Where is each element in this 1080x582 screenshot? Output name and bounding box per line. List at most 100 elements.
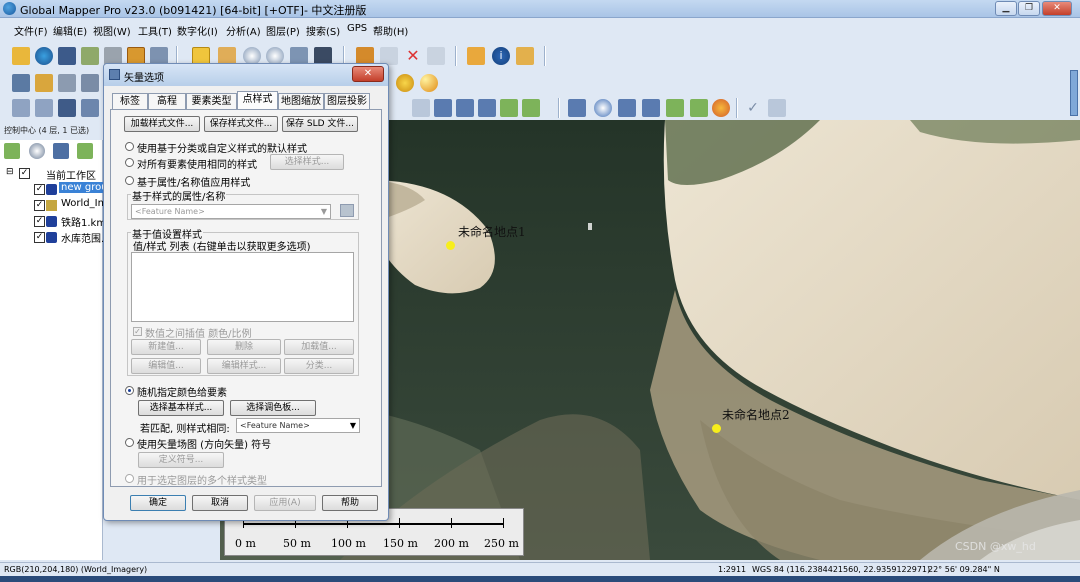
menu-help[interactable]: 帮助(H) bbox=[373, 23, 408, 38]
radio-same-style[interactable] bbox=[125, 158, 134, 167]
grid-icon[interactable] bbox=[12, 74, 30, 92]
table-picker-icon[interactable] bbox=[340, 204, 354, 217]
tab-labels[interactable]: 标签 bbox=[112, 93, 148, 109]
check-edit-icon[interactable] bbox=[768, 99, 786, 117]
layer-options-icon[interactable] bbox=[29, 143, 45, 159]
save-icon[interactable] bbox=[58, 47, 76, 65]
line-vertex-icon[interactable] bbox=[58, 99, 76, 117]
workspace-checkbox[interactable]: ✓ bbox=[19, 168, 30, 179]
collapse-icon[interactable]: ⊟ bbox=[6, 167, 14, 177]
cancel-button[interactable]: 取消 bbox=[192, 495, 248, 511]
load-style-file-button[interactable]: 加载样式文件... bbox=[124, 116, 200, 132]
info-icon[interactable]: i bbox=[492, 47, 510, 65]
attribute-combo-value: <Feature Name> bbox=[135, 207, 205, 216]
dialog-close-button[interactable]: ✕ bbox=[352, 66, 384, 82]
map-point-marker[interactable] bbox=[446, 241, 455, 250]
minimize-button[interactable]: ▁ bbox=[995, 1, 1017, 16]
check-icon[interactable]: ✓ bbox=[744, 99, 762, 117]
save-sld-file-button[interactable]: 保存 SLD 文件... bbox=[282, 116, 358, 132]
vertex-icon[interactable] bbox=[35, 99, 53, 117]
layer-checkbox[interactable]: ✓ bbox=[34, 216, 45, 227]
brush-icon[interactable] bbox=[522, 99, 540, 117]
layer-checkbox[interactable]: ✓ bbox=[34, 184, 45, 195]
status-pixel-info: RGB(210,204,180) (World_Imagery) bbox=[4, 565, 148, 574]
crosshair-icon[interactable] bbox=[58, 74, 76, 92]
target-icon[interactable] bbox=[594, 99, 612, 117]
attribute-group-label: 基于样式的属性/名称 bbox=[131, 188, 227, 203]
open-folder-icon[interactable] bbox=[12, 47, 30, 65]
move-icon[interactable] bbox=[12, 99, 30, 117]
draw-area-icon[interactable] bbox=[500, 99, 518, 117]
menu-digitize[interactable]: 数字化(I) bbox=[177, 23, 218, 38]
search-doc-icon[interactable] bbox=[516, 47, 534, 65]
close-button[interactable]: ✕ bbox=[1042, 1, 1072, 16]
radio-attribute-style[interactable] bbox=[125, 176, 134, 185]
export-icon[interactable] bbox=[81, 47, 99, 65]
menu-edit[interactable]: 编辑(E) bbox=[53, 23, 87, 38]
new-value-button[interactable]: 新建值... bbox=[131, 339, 201, 355]
control-center-header: 控制中心 (4 层, 1 已选) bbox=[0, 120, 103, 140]
frame-icon[interactable] bbox=[81, 74, 99, 92]
tab-elevation[interactable]: 高程 bbox=[148, 93, 186, 109]
apply-button[interactable]: 应用(A) bbox=[254, 495, 316, 511]
draw-curve-icon[interactable] bbox=[434, 99, 452, 117]
help-button[interactable]: 帮助 bbox=[322, 495, 378, 511]
menu-search[interactable]: 搜索(S) bbox=[306, 23, 340, 38]
path-icon[interactable] bbox=[35, 74, 53, 92]
menu-tools[interactable]: 工具(T) bbox=[138, 23, 172, 38]
moon-icon[interactable] bbox=[420, 74, 438, 92]
layer-checkbox[interactable]: ✓ bbox=[34, 200, 45, 211]
save-style-file-button[interactable]: 保存样式文件... bbox=[204, 116, 278, 132]
ok-button[interactable]: 确定 bbox=[130, 495, 186, 511]
layer-add-icon[interactable] bbox=[77, 143, 93, 159]
edit-style-button[interactable]: 编辑样式... bbox=[207, 358, 281, 374]
tab-map-scale[interactable]: 地图缩放 bbox=[278, 93, 324, 109]
layer-table-icon[interactable] bbox=[53, 143, 69, 159]
tab-layer-projection[interactable]: 图层投影 bbox=[324, 93, 370, 109]
select-base-style-button[interactable]: 选择基本样式... bbox=[138, 400, 224, 416]
tab-point-style[interactable]: 点样式 bbox=[237, 91, 278, 110]
select-palette-button[interactable]: 选择调色板... bbox=[230, 400, 316, 416]
draw-line-icon[interactable] bbox=[412, 99, 430, 117]
draw-path-icon[interactable] bbox=[478, 99, 496, 117]
split-icon[interactable] bbox=[81, 99, 99, 117]
toolbar-scroll-handle[interactable] bbox=[1070, 70, 1078, 116]
delete-icon[interactable]: ✕ bbox=[404, 47, 422, 65]
ruler-icon[interactable] bbox=[618, 99, 636, 117]
menu-file[interactable]: 文件(F) bbox=[14, 23, 48, 38]
menu-view[interactable]: 视图(W) bbox=[93, 23, 131, 38]
value-style-list[interactable] bbox=[131, 252, 354, 322]
globe-icon[interactable] bbox=[35, 47, 53, 65]
delete-button[interactable]: 删除 bbox=[207, 339, 281, 355]
interpolate-label: 数值之间插值 颜色/比例 bbox=[145, 329, 252, 340]
menu-analysis[interactable]: 分析(A) bbox=[226, 23, 261, 38]
radio-default-style[interactable] bbox=[125, 142, 134, 151]
maximize-button[interactable]: ❐ bbox=[1018, 1, 1040, 16]
classify-button[interactable]: 分类... bbox=[284, 358, 354, 374]
feature-brush-icon[interactable] bbox=[666, 99, 684, 117]
menu-layer[interactable]: 图层(P) bbox=[266, 23, 300, 38]
define-symbol-button[interactable]: 定义符号... bbox=[138, 452, 224, 468]
color-dots-icon[interactable] bbox=[712, 99, 730, 117]
measure-icon[interactable] bbox=[467, 47, 485, 65]
menu-gps[interactable]: GPS bbox=[347, 23, 367, 34]
paint-icon[interactable] bbox=[690, 99, 708, 117]
map-point-marker[interactable] bbox=[712, 424, 721, 433]
layer-checkbox[interactable]: ✓ bbox=[34, 232, 45, 243]
tab-feature-types[interactable]: 要素类型 bbox=[186, 93, 237, 109]
gear-icon[interactable] bbox=[396, 74, 414, 92]
edit-icon[interactable] bbox=[427, 47, 445, 65]
radio-random-color[interactable] bbox=[125, 386, 134, 395]
edit-value-button[interactable]: 编辑值... bbox=[131, 358, 201, 374]
profile-icon[interactable] bbox=[642, 99, 660, 117]
match-combo[interactable]: <Feature Name> ▼ bbox=[236, 418, 360, 433]
radio-multiple-styles[interactable] bbox=[125, 474, 134, 483]
interpolate-checkbox[interactable]: ✓ bbox=[133, 327, 142, 336]
angle-icon[interactable] bbox=[568, 99, 586, 117]
select-style-button[interactable]: 选择样式... bbox=[270, 154, 344, 170]
radio-vector-field[interactable] bbox=[125, 438, 134, 447]
draw-arc-icon[interactable] bbox=[456, 99, 474, 117]
attribute-combo[interactable]: <Feature Name> ▼ bbox=[131, 204, 331, 219]
layer-tool-icon[interactable] bbox=[4, 143, 20, 159]
load-value-button[interactable]: 加载值... bbox=[284, 339, 354, 355]
